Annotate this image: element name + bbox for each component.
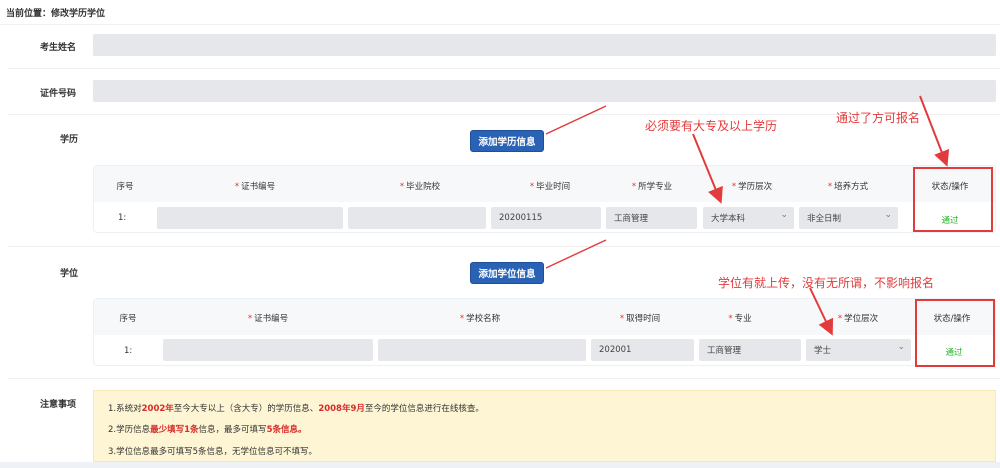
bottom-scroll-strip (0, 462, 1000, 468)
arrow-to-edu-level (692, 133, 723, 204)
arrow-to-edu-status (919, 95, 950, 167)
arrow-to-add-degree (545, 239, 607, 269)
annotation-arrows (545, 95, 950, 336)
arrow-to-degree-level (809, 287, 834, 336)
arrow-to-add-education (545, 105, 607, 135)
